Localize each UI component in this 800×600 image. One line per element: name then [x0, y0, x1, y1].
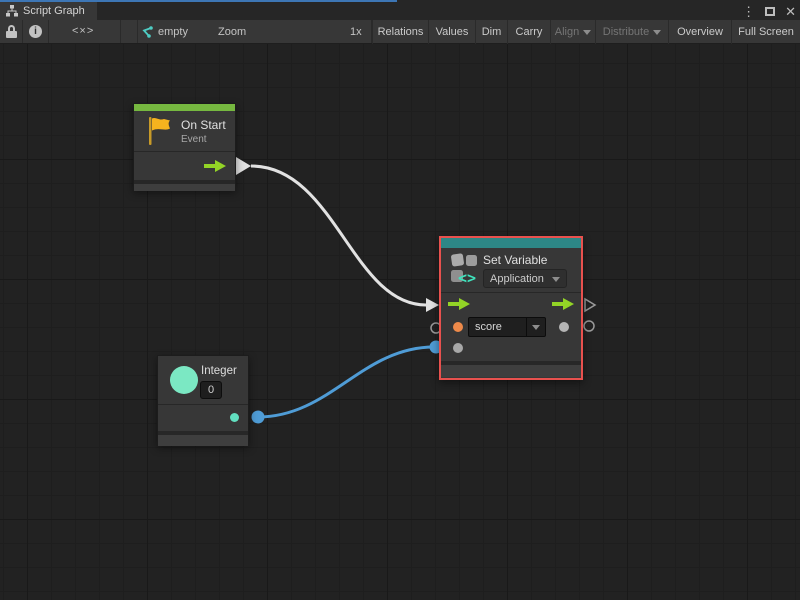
chevron-down-icon: [653, 30, 661, 35]
selection-outline: <> Set Variable Application: [439, 236, 583, 380]
tab-bar: Script Graph ⋮ ✕: [0, 2, 800, 20]
carry-label: Carry: [516, 26, 543, 38]
toolbar-buttons: Relations Values Dim Carry Align Distrib…: [372, 20, 800, 44]
fullscreen-button[interactable]: Full Screen: [731, 20, 800, 44]
script-graph-window: Script Graph ⋮ ✕ i <×> empty Zoom 1x: [0, 0, 800, 600]
lock-icon[interactable]: [6, 25, 17, 38]
lock-body: [6, 31, 17, 38]
relations-label: Relations: [378, 26, 424, 38]
flag-icon: [144, 115, 174, 147]
graph-hierarchy-icon: [6, 5, 18, 17]
flow-input-port[interactable]: [448, 298, 470, 310]
values-button[interactable]: Values: [428, 20, 475, 44]
variable-name-row: score: [441, 315, 581, 339]
variables-icon: <>: [450, 251, 480, 287]
event-accent-stripe: [134, 104, 235, 111]
tab-script-graph[interactable]: Script Graph: [0, 2, 97, 20]
unconnected-flow-output-port[interactable]: [585, 299, 595, 311]
tab-title: Script Graph: [23, 5, 85, 17]
variable-name-value: score: [469, 318, 526, 336]
integer-output-port[interactable]: [230, 413, 239, 422]
maximize-icon[interactable]: [765, 7, 775, 16]
dim-label: Dim: [482, 26, 502, 38]
graph-reference-icon: [140, 26, 153, 39]
variable-name-field[interactable]: score: [468, 317, 546, 337]
window-controls: ⋮ ✕: [742, 2, 796, 20]
value-input-port[interactable]: [453, 343, 463, 353]
graph-reference-label[interactable]: empty: [158, 26, 188, 38]
toolbar-divider: [22, 20, 23, 43]
graph-canvas[interactable]: On Start Event <>: [0, 44, 800, 600]
flow-wire-plug: [236, 157, 251, 175]
variable-name-input-port[interactable]: [453, 322, 463, 332]
align-button[interactable]: Align: [550, 20, 595, 44]
value-wire: [258, 347, 434, 417]
align-label: Align: [555, 26, 579, 38]
close-icon[interactable]: ✕: [785, 5, 796, 18]
value-input-row: [441, 339, 581, 361]
svg-text:<>: <>: [458, 269, 476, 287]
flow-output-port[interactable]: [552, 298, 574, 310]
node-title: Set Variable: [483, 253, 547, 267]
node-on-start[interactable]: On Start Event: [133, 103, 236, 190]
node-set-variable[interactable]: <> Set Variable Application: [441, 238, 581, 378]
toolbar-divider: [48, 20, 49, 43]
connections-layer: [0, 44, 800, 600]
chevron-down-icon: [552, 277, 560, 282]
distribute-label: Distribute: [603, 26, 649, 38]
integer-value-field[interactable]: 0: [200, 381, 222, 399]
overview-label: Overview: [677, 26, 723, 38]
dim-button[interactable]: Dim: [475, 20, 507, 44]
on-start-body: [134, 152, 235, 180]
integer-header: Integer 0: [158, 356, 248, 404]
variable-scope-dropdown[interactable]: Application: [483, 269, 567, 288]
chevron-down-icon: [583, 30, 591, 35]
relations-button[interactable]: Relations: [372, 20, 428, 44]
zoom-label: Zoom: [218, 26, 246, 38]
value-wire-endpoint: [252, 411, 265, 424]
chevron-down-icon: [532, 325, 540, 330]
fullscreen-label: Full Screen: [738, 26, 794, 38]
flow-port-row: [441, 293, 581, 315]
info-icon[interactable]: i: [29, 25, 42, 38]
value-output-port[interactable]: [559, 322, 569, 332]
graph-toolbar: i <×> empty Zoom 1x Relations Values Dim…: [0, 20, 800, 44]
code-view-icon[interactable]: <×>: [72, 25, 94, 37]
integer-type-icon: [170, 366, 198, 394]
carry-button[interactable]: Carry: [507, 20, 550, 44]
node-footer: [134, 183, 235, 191]
node-footer: [441, 364, 581, 377]
variable-accent-stripe: [441, 238, 581, 248]
values-label: Values: [436, 26, 469, 38]
node-footer: [158, 434, 248, 446]
overview-button[interactable]: Overview: [668, 20, 731, 44]
node-subtitle: Event: [181, 134, 207, 145]
on-start-header: On Start Event: [134, 111, 235, 151]
node-title: Integer: [201, 365, 237, 377]
flow-wire-arrowhead: [426, 298, 439, 312]
integer-body: [158, 405, 248, 431]
toolbar-divider: [137, 20, 138, 43]
scope-label: Application: [490, 273, 544, 285]
variable-name-dropdown-button[interactable]: [526, 318, 545, 336]
window-menu-icon[interactable]: ⋮: [742, 5, 755, 18]
zoom-value: 1x: [350, 26, 362, 38]
set-variable-header: <> Set Variable Application: [441, 248, 581, 292]
distribute-button[interactable]: Distribute: [595, 20, 668, 44]
node-title: On Start: [181, 118, 226, 132]
toolbar-divider: [120, 20, 121, 43]
unconnected-output-port[interactable]: [584, 321, 594, 331]
node-integer[interactable]: Integer 0: [157, 355, 249, 445]
flow-wire: [251, 166, 426, 305]
flow-output-port[interactable]: [204, 160, 226, 172]
